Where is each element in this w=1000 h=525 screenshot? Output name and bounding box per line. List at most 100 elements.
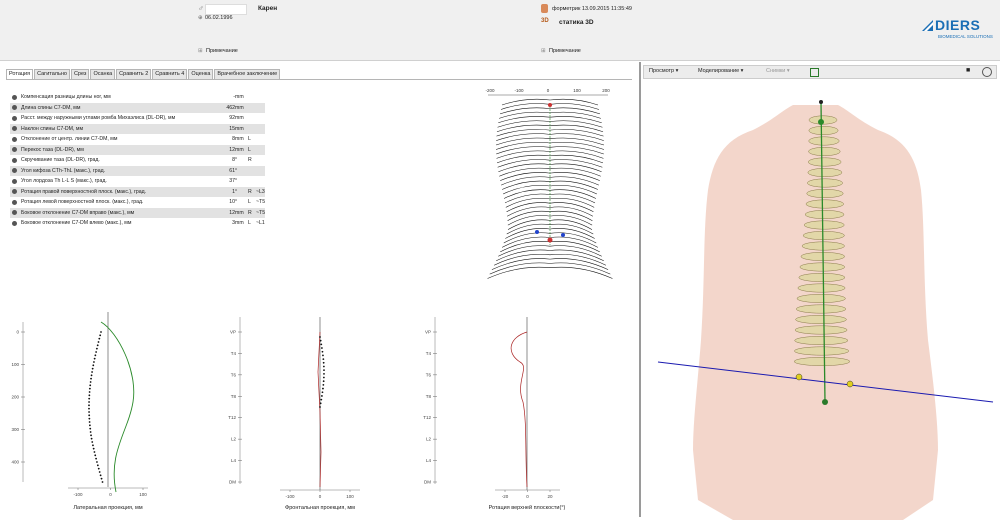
parameter-level: ~L3 [256,188,265,195]
parameter-level: ~L1 [256,220,265,226]
parameter-row[interactable]: Перекос таза (DL-DR), мм 12 mm L [10,144,265,155]
y-tick-label: DM [424,480,431,485]
parameter-row[interactable]: Отклонение от центр. линии С7-DM, мм 8 mm L [10,134,265,145]
lateral-profile-dot [88,397,91,400]
contour-line [503,185,597,195]
lateral-profile-dot [100,331,102,333]
panel-divider[interactable] [639,62,641,517]
tab-compare-2[interactable]: Сравнить 2 [116,69,152,79]
y-tick-label: 0 [16,330,19,335]
frontal-profile-dot [320,398,323,401]
parameter-row[interactable]: Скручивание таза (DL-DR), град. 8 ° R [10,155,265,166]
parameter-table: Компенсация разницы длины ног, мм - mm Длин… [10,92,265,229]
parameter-unit: ° [235,199,238,205]
contour-line [491,258,609,270]
parameter-row[interactable]: Угол кифоза CTh-ThL (макс.), град. 61 ° [10,165,265,176]
y-tick-label: T8 [231,394,237,399]
parameter-label: Компенсация разницы длины ног, мм [21,94,111,100]
y-tick-label: L4 [426,458,432,463]
tab-rotation[interactable]: Ротация [6,69,34,79]
parameter-row[interactable]: Ротация правой поверхностной плоск. (мак… [10,186,265,197]
parameter-row[interactable]: Длина спины С7-DM, мм 462 mm [10,102,265,113]
parameter-row[interactable]: Боковое отклонение С7-DM вправо (макс.),… [10,207,266,218]
birth-icon: ⊕ [198,15,203,21]
parameter-row[interactable]: Боковое отклонение С7-DM влево (макс.), … [10,218,265,229]
parameter-unit: mm [235,104,244,111]
y-tick-label: T4 [426,351,432,356]
lateral-profile-dot [96,344,99,347]
tab-compare-4[interactable]: Сравнить 4 [152,69,188,79]
frontal-caption: Фронтальная проекция, мм [285,505,355,511]
frontal-profile-dot [322,387,324,390]
lateral-profile-dot [88,391,91,393]
modeling-menu[interactable]: Моделирование ▾ [698,68,743,74]
tab-sagittal[interactable]: Сагитально [34,69,70,79]
snapshots-menu[interactable]: Снимки ▾ [766,68,790,74]
frontal-profile-dot [322,383,325,386]
lateral-profile-dot [100,477,103,480]
lateral-profile-dot [88,424,91,427]
parameter-row[interactable]: Компенсация разницы длины ног, мм - mm [10,92,265,103]
parameter-row[interactable]: Наклон спины С7-DM, мм 15 mm [10,123,265,134]
vertebra [808,136,840,146]
parameter-row[interactable]: Ротация левой поверхностной плоск. (макс… [10,197,265,208]
y-tick-label: L4 [231,458,237,463]
parameter-row[interactable]: Расст. между наружными углами ромба Миха… [10,113,265,124]
parameter-level: ~T5 [256,209,266,216]
contour-line [504,193,596,204]
tab-conclusion[interactable]: Врачебное заключение [214,69,281,79]
frontal-profile-dot [321,347,323,349]
frontal-profile-dot [322,361,325,364]
y-tick-label: T12 [423,415,431,420]
lateral-profile-dot [89,381,92,383]
note-label-left[interactable]: Примечание [206,48,238,54]
parameter-row[interactable]: Угол лордоза Th L-L S (макс.), град. 37 ° [10,176,265,187]
dr-point [846,380,854,388]
3d-torso-view[interactable] [643,80,998,520]
lateral-profile-dot [99,334,102,337]
camera-icon[interactable]: ■ [966,67,970,74]
status-dot-icon [12,136,17,142]
lateral-chart: 0 100 200 300 400 -100 0 100 Латеральная проекц… [11,312,148,511]
tab-posture[interactable]: Осанка [90,69,116,79]
parameter-level: ~T5 [256,199,266,205]
tab-assessment[interactable]: Оценка [188,69,214,79]
note-label-right[interactable]: Примечание [549,48,581,54]
dm-marker [547,237,553,243]
lateral-profile-dot [95,351,98,353]
topo-tick-label: -100 [514,88,524,93]
parameter-label: Отклонение от центр. линии С7-DM, мм [21,136,118,142]
lateral-profile-dot [90,377,92,380]
vertebra [794,336,849,345]
parameter-unit: mm [235,125,244,132]
status-dot-icon [12,157,17,163]
frontal-profile-dot [322,376,325,379]
lateral-profile-dot [101,481,104,483]
tab-section[interactable]: Срез [70,69,90,79]
document-icon[interactable] [810,68,819,77]
parameter-side: L [248,220,251,226]
topo-tick-label: 100 [573,88,581,93]
lateral-profile-dot [88,414,91,417]
3d-toolbar: Просмотр ▾ Моделирование ▾ Снимки ▾ ■ [643,65,997,79]
status-dot-icon [12,220,17,226]
contour-line [501,176,599,186]
frontal-profile-dot [322,365,325,368]
vertebra [797,283,846,293]
vp-point [819,100,823,104]
patient-name: Карен [258,5,278,12]
tab-underline [6,79,632,80]
frontal-profile-dot [321,391,324,394]
diers-logo-icon [922,20,933,31]
header-panel [0,0,1000,61]
lateral-profile-dot [98,471,101,473]
contour-line [487,266,613,279]
topo-tick-label: -200 [485,88,495,93]
frontal-profile-dot [320,343,323,346]
lateral-profile-dot [95,457,97,460]
lateral-profile-dot [92,444,94,447]
view-menu[interactable]: Просмотр ▾ [649,68,678,74]
circle-icon[interactable] [982,67,992,77]
contour-line [489,262,611,275]
lateral-profile-dot [94,454,97,457]
